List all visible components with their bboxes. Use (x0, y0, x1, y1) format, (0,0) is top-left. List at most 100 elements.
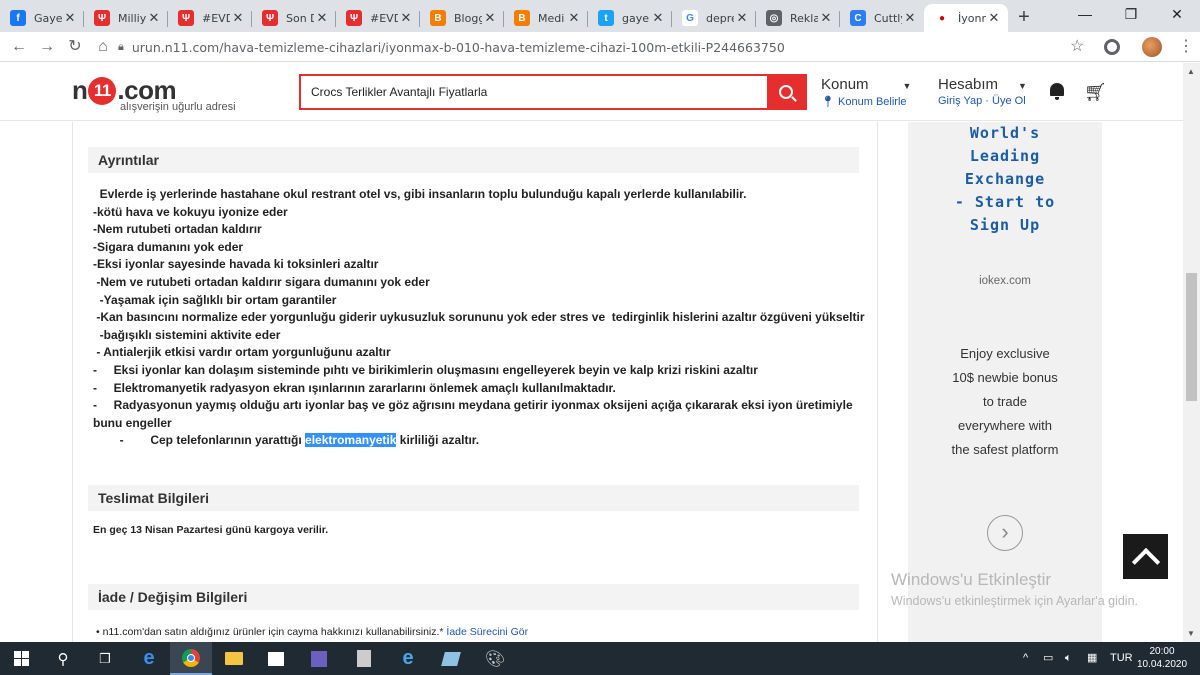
twitter-icon: t (598, 10, 614, 26)
profile-avatar[interactable] (1142, 37, 1162, 57)
close-tab-icon[interactable]: ✕ (986, 10, 1002, 26)
tagline: alışverişin uğurlu adresi (120, 101, 236, 113)
ad-headline: World's Leading Exchange - Start to Sign Up (908, 122, 1102, 237)
minimize-button[interactable]: — (1062, 0, 1108, 30)
windows-taskbar: ⚲ ❐ e e 🎨︎ ^ ▭ 🔈︎ ▦ TUR 20:00 10.04.2020 (0, 642, 1200, 675)
url-text: urun.n11.com/hava-temizleme-cihazlari/iy… (131, 39, 785, 55)
close-tab-icon[interactable]: ✕ (230, 10, 246, 26)
paint-icon[interactable]: 🎨︎ (474, 642, 516, 675)
close-tab-icon[interactable]: ✕ (566, 10, 582, 26)
browser-tab[interactable]: Ψ #EVD ✕ (168, 4, 252, 32)
ad-banner[interactable]: World's Leading Exchange - Start to Sign Up … (908, 122, 1102, 642)
maximize-button[interactable]: ❐ (1108, 0, 1154, 30)
tray-chevron-icon[interactable]: ^ (1023, 642, 1028, 675)
battery-icon[interactable]: ▭ (1043, 642, 1053, 675)
ad-domain: iokex.com (979, 275, 1031, 287)
search-button[interactable] (767, 76, 805, 108)
calculator-icon[interactable] (343, 642, 385, 675)
details-line: - Elektromanyetik radyasyon ekran ışınla… (93, 380, 616, 395)
return-process-link[interactable]: İade Sürecini Gör (446, 626, 528, 638)
close-tab-icon[interactable]: ✕ (902, 10, 918, 26)
language-indicator[interactable]: TUR (1110, 642, 1133, 675)
shipping-heading: Teslimat Bilgileri (88, 485, 859, 511)
close-tab-icon[interactable]: ✕ (314, 10, 330, 26)
browser-tab[interactable]: t gaye ✕ (588, 4, 672, 32)
activation-watermark-title: Windows'u Etkinleştir (891, 570, 1052, 589)
bell-icon[interactable] (1050, 83, 1064, 100)
details-line: Evlerde iş yerlerinde hastahane okul res… (93, 187, 747, 201)
edge-icon[interactable]: e (128, 642, 170, 675)
scroll-down-arrow[interactable]: ▼ (1187, 629, 1195, 638)
tab-title: #EVD (370, 11, 398, 25)
scroll-up-arrow[interactable]: ▲ (1187, 67, 1195, 76)
app-icon-2[interactable] (430, 642, 472, 675)
browser-tab[interactable]: Gdepre✕ (672, 4, 756, 32)
volume-icon[interactable]: 🔈︎ (1065, 642, 1072, 675)
ad-body-line: the safest platform (951, 442, 1059, 457)
start-button[interactable] (0, 642, 42, 675)
close-tab-icon[interactable]: ✕ (398, 10, 414, 26)
clock[interactable]: 20:00 10.04.2020 (1137, 645, 1187, 671)
close-tab-icon[interactable]: ✕ (482, 10, 498, 26)
browser-tab[interactable]: Ψ Milliy ✕ (84, 4, 168, 32)
tab-title: Cuttly (874, 11, 902, 25)
scrollbar-thumb[interactable] (1186, 273, 1197, 401)
browser-tab[interactable]: C Cuttly✕ (840, 4, 924, 32)
app-icon[interactable] (298, 642, 340, 675)
account-block[interactable]: Hesabım ▼ Giriş Yap · Üye Ol (938, 76, 1027, 107)
browser-tab[interactable]: ◎ Rekla ✕ (756, 4, 840, 32)
windows-logo-icon (13, 651, 29, 666)
ad-headline-line: Sign Up (969, 216, 1041, 234)
tab-title: Gaye (34, 11, 62, 25)
browser-tab[interactable]: f Gaye ✕ (0, 4, 84, 32)
page-scrollbar[interactable]: ▲ ▼ (1183, 63, 1200, 642)
ad-body-line: to trade (982, 394, 1028, 409)
file-explorer-icon[interactable] (213, 642, 255, 675)
ad-headline-line: World's (969, 124, 1041, 142)
details-line: bunu engeller (93, 415, 172, 430)
register-link[interactable]: Üye Ol (992, 95, 1026, 107)
browser-tab[interactable]: ● İyonm✕ (924, 4, 1008, 32)
details-line: -kötü hava ve kokuyu iyonize eder (93, 204, 288, 219)
home-icon[interactable]: ⌂ (92, 36, 114, 58)
browser-tab-strip: ●İyonm✕CCuttly✕◎Rekla✕Gdepre✕tgaye✕BMedi… (0, 0, 1200, 32)
close-tab-icon[interactable]: ✕ (146, 10, 162, 26)
browser-tab[interactable]: B Medi ✕ (504, 4, 588, 32)
close-window-button[interactable]: ✕ (1154, 0, 1200, 30)
network-icon[interactable]: ▦ (1087, 642, 1097, 675)
globe-icon: ◎ (766, 10, 782, 26)
selected-text[interactable]: elektromanyetik (305, 433, 397, 448)
close-tab-icon[interactable]: ✕ (62, 10, 78, 26)
cart-icon[interactable]: 🛒︎ (1084, 82, 1107, 103)
close-tab-icon[interactable]: ✕ (650, 10, 666, 26)
back-icon[interactable]: ← (8, 36, 30, 58)
close-tab-icon[interactable]: ✕ (734, 10, 750, 26)
details-line-last: - Cep telefonlarının yarattığı elektroma… (93, 433, 480, 448)
ad-headline-line: Leading (969, 147, 1041, 165)
internet-explorer-icon[interactable]: e (387, 642, 429, 675)
tab-title: Blogg (454, 11, 482, 25)
reload-icon[interactable]: ↻ (64, 36, 86, 58)
browser-tab[interactable]: Ψ Son D✕ (252, 4, 336, 32)
address-bar[interactable]: 🔒︎ urun.n11.com/hava-temizleme-cihazlari… (118, 34, 1098, 60)
chrome-icon[interactable] (170, 642, 212, 675)
bookmark-star-icon[interactable]: ☆ (1070, 36, 1084, 56)
forward-icon[interactable]: → (36, 36, 58, 58)
location-block[interactable]: Konum ▼ 📍︎ Konum Belirle (821, 76, 911, 108)
browser-tab[interactable]: Ψ #EVD ✕ (336, 4, 420, 32)
scroll-to-top-button[interactable] (1123, 534, 1168, 579)
task-view-icon[interactable]: ❐ (84, 642, 126, 675)
ad-next-button[interactable]: › (987, 515, 1023, 551)
new-tab-button[interactable]: + (1012, 6, 1036, 29)
search-input[interactable]: Crocs Terlikler Avantajlı Fiyatlarla (301, 76, 767, 108)
store-icon[interactable] (255, 642, 297, 675)
login-link[interactable]: Giriş Yap (938, 95, 982, 107)
extension-icon[interactable] (1104, 39, 1120, 55)
menu-kebab-icon[interactable]: ⋮ (1178, 36, 1194, 56)
close-tab-icon[interactable]: ✕ (818, 10, 834, 26)
chevron-up-icon (1131, 547, 1160, 576)
site-header: n 11 .com alışverişin uğurlu adresi Crocs … (0, 63, 1200, 121)
lock-icon: 🔒︎ (118, 40, 124, 53)
browser-tab[interactable]: B Blogg ✕ (420, 4, 504, 32)
search-icon[interactable]: ⚲ (42, 642, 84, 675)
